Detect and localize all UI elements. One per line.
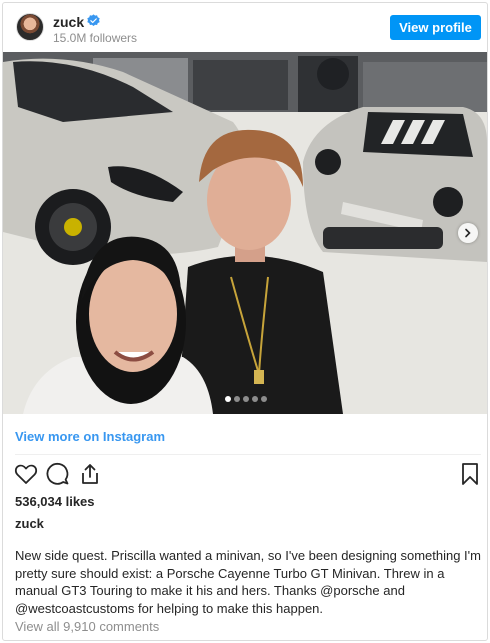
username[interactable]: zuck [53,14,84,30]
carousel-dot [225,396,231,402]
divider [15,454,481,455]
action-bar [3,461,487,489]
caption-text: New side quest. Priscilla wanted a miniv… [15,548,481,616]
comment-icon[interactable] [45,461,71,487]
carousel-dot [261,396,267,402]
follower-count: 15.0M followers [53,31,138,45]
like-count[interactable]: 536,034 likes [15,494,95,509]
instagram-embed-card: zuck 15.0M followers View profile View m… [2,2,488,641]
view-more-link[interactable]: View more on Instagram [15,429,165,444]
post-image[interactable] [3,52,487,414]
carousel-next-button[interactable] [458,223,478,243]
view-profile-button[interactable]: View profile [390,15,481,40]
bookmark-icon[interactable] [457,461,483,487]
carousel-dot [234,396,240,402]
avatar[interactable] [16,13,44,41]
post-header: zuck 15.0M followers View profile [3,3,487,51]
chevron-right-icon [465,228,471,238]
carousel-indicator [225,396,267,402]
share-icon[interactable] [77,461,103,487]
verified-badge-icon [87,14,100,27]
caption-username[interactable]: zuck [15,516,44,531]
view-comments-link[interactable]: View all 9,910 comments [15,619,159,634]
carousel-dot [243,396,249,402]
heart-icon[interactable] [13,461,39,487]
carousel-dot [252,396,258,402]
